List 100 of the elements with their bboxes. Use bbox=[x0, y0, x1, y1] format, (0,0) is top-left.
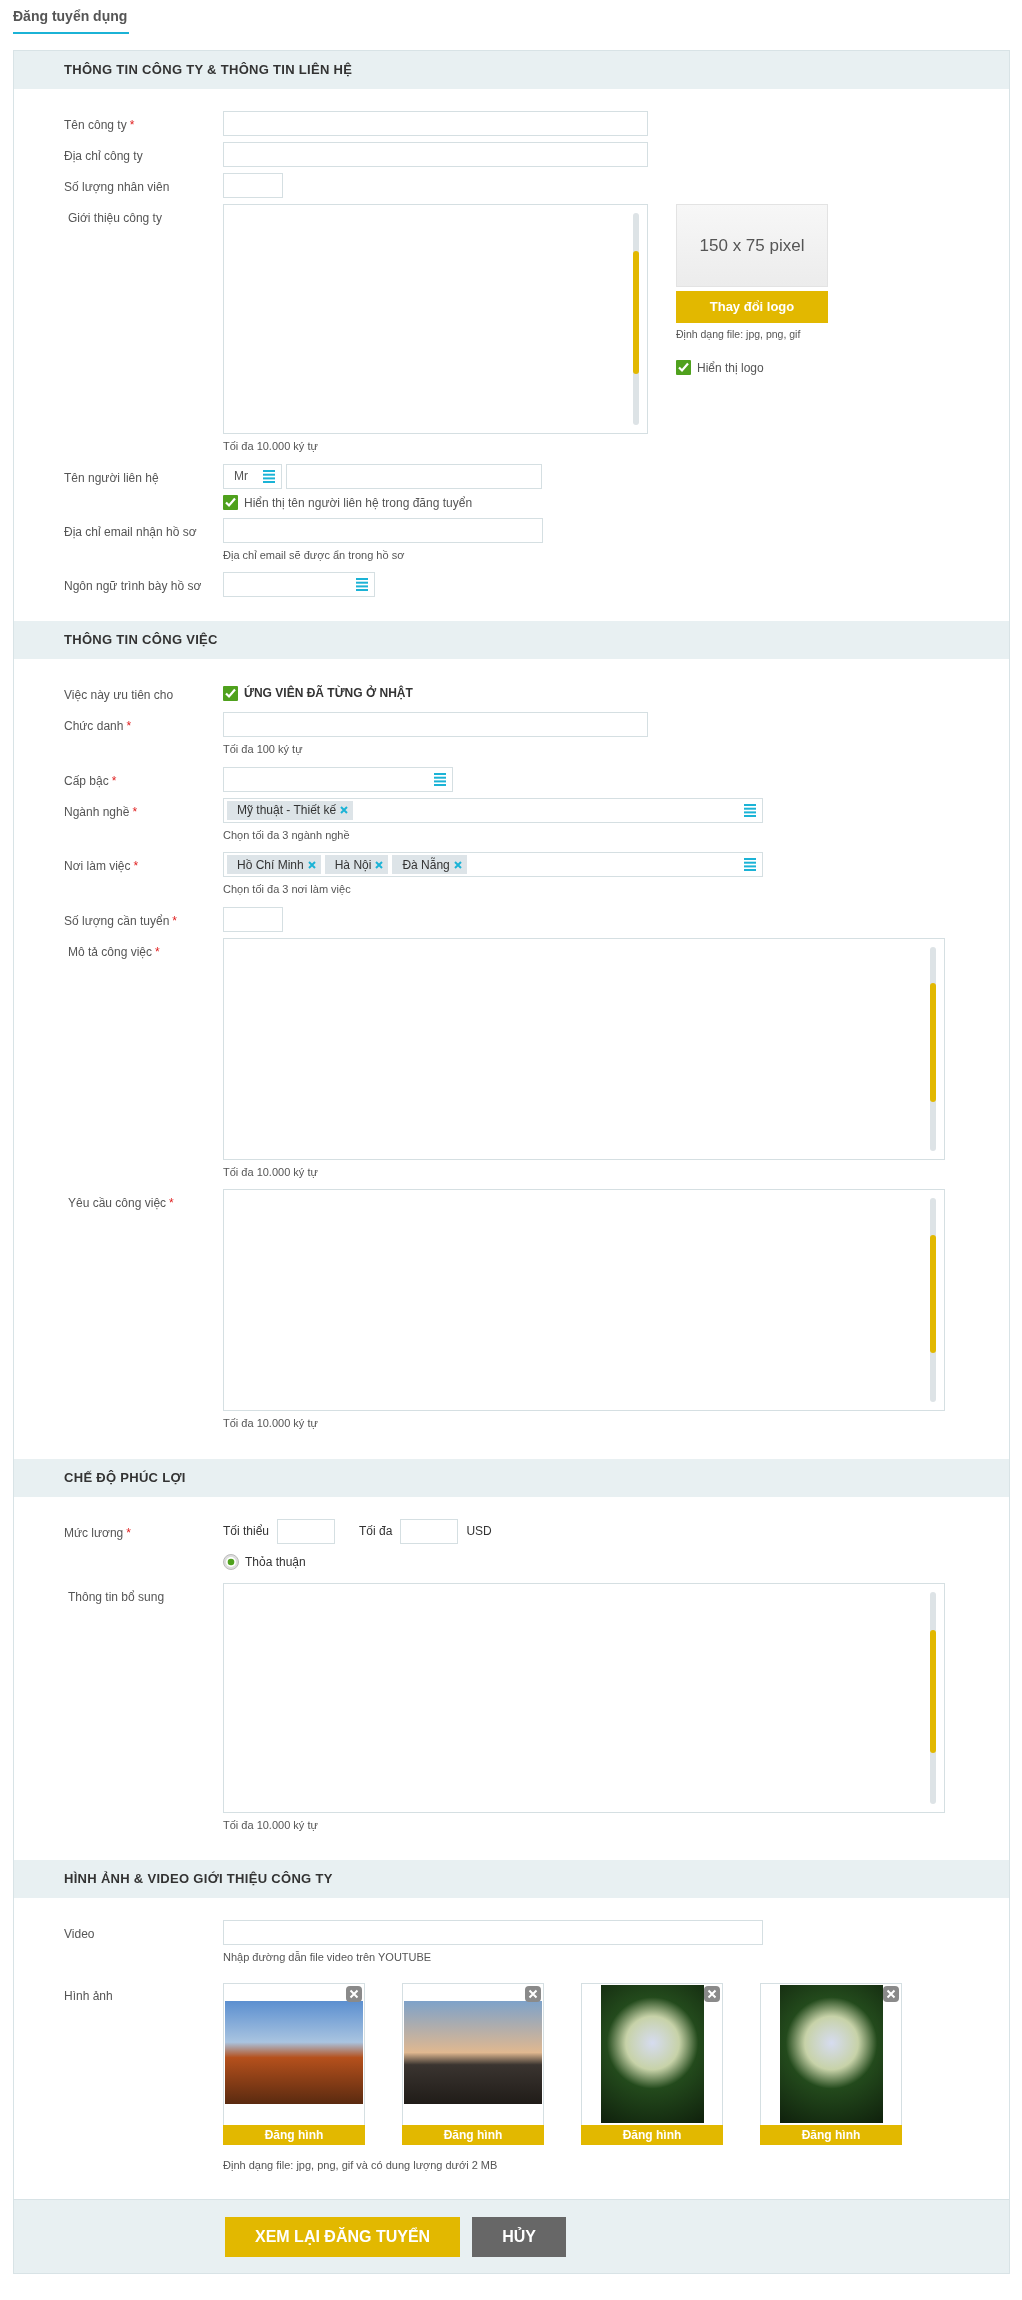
input-field[interactable] bbox=[286, 463, 542, 489]
section-header: THÔNG TIN CÔNG TY & THÔNG TIN LIÊN HỆ bbox=[14, 51, 1009, 89]
scrollbar[interactable] bbox=[930, 946, 936, 1151]
salary-max-field[interactable] bbox=[400, 1518, 459, 1544]
field-label: Chức danh bbox=[64, 719, 124, 733]
field-label: Mức lương bbox=[64, 1525, 124, 1540]
section-header: THÔNG TIN CÔNG VIỆC bbox=[14, 621, 1009, 659]
input-field[interactable] bbox=[223, 1920, 763, 1945]
field-label: Cấp bậc bbox=[64, 773, 109, 788]
tag-label: Hồ Chí Minh bbox=[237, 856, 304, 874]
field-label: Số lượng cần tuyển bbox=[64, 913, 170, 928]
title-select[interactable]: Mr bbox=[223, 463, 282, 489]
input-field[interactable] bbox=[223, 906, 283, 932]
list-icon[interactable] bbox=[744, 803, 756, 817]
checkbox-label: ỨNG VIÊN ĐÃ TỪNG Ở NHẬT bbox=[244, 684, 413, 702]
textarea-field[interactable] bbox=[223, 1582, 945, 1813]
field-label: Giới thiệu công ty bbox=[68, 211, 162, 225]
hint-text: Tối đa 100 ký tự bbox=[223, 742, 304, 757]
radio-label: Thỏa thuận bbox=[245, 1553, 306, 1571]
input-field[interactable] bbox=[223, 712, 648, 737]
remove-icon[interactable] bbox=[883, 1985, 899, 2002]
checkbox[interactable] bbox=[676, 360, 691, 376]
min-label: Tối thiểu bbox=[223, 1523, 270, 1540]
remove-icon[interactable] bbox=[453, 860, 462, 869]
hint-text: Định dạng file: jpg, png, gif và có dung lượng dưới 2 MB bbox=[223, 2157, 499, 2173]
checkbox-label: Hiển thị tên người liên hệ trong đăng tuyển bbox=[244, 494, 473, 512]
list-icon[interactable] bbox=[434, 772, 446, 786]
hint-text: Tối đa 10.000 ký tự bbox=[223, 1817, 319, 1833]
field-label: Địa chỉ email nhận hồ sơ bbox=[64, 524, 197, 539]
hint-text: Tối đa 10.000 ký tự bbox=[223, 1164, 319, 1180]
hint-text: Chọn tối đa 3 ngành nghề bbox=[223, 827, 351, 843]
field-label: Ngôn ngữ trình bày hồ sơ bbox=[64, 579, 202, 593]
multi-select-field[interactable]: Mỹ thuật - Thiết kế bbox=[223, 797, 763, 823]
format-text: Định dạng file: jpg, png, gif bbox=[676, 327, 802, 342]
scrollbar[interactable] bbox=[930, 1198, 936, 1402]
remove-icon[interactable] bbox=[375, 860, 384, 869]
required-mark: * bbox=[169, 1196, 174, 1210]
input-field[interactable] bbox=[223, 142, 648, 167]
remove-icon[interactable] bbox=[340, 806, 349, 814]
select-field[interactable] bbox=[223, 572, 375, 597]
field-label: Nơi làm việc bbox=[64, 859, 131, 873]
tag[interactable]: Hồ Chí Minh bbox=[227, 855, 321, 874]
field-label: Tên người liên hệ bbox=[64, 470, 159, 485]
required-mark: * bbox=[126, 719, 132, 733]
remove-icon[interactable] bbox=[525, 1985, 541, 2002]
checkbox[interactable] bbox=[223, 495, 238, 510]
field-label: Hình ảnh bbox=[64, 1988, 113, 2003]
remove-icon[interactable] bbox=[307, 860, 316, 869]
list-icon[interactable] bbox=[356, 578, 368, 591]
tag[interactable]: Hà Nội bbox=[324, 855, 389, 874]
scrollbar[interactable] bbox=[633, 213, 639, 425]
field-label: Yêu cầu công việc bbox=[68, 1196, 167, 1210]
tag[interactable]: Mỹ thuật - Thiết kế bbox=[227, 800, 354, 820]
radio-button[interactable] bbox=[223, 1553, 239, 1570]
hint-text: Tối đa 10.000 ký tự bbox=[223, 439, 319, 454]
hint-text: Địa chỉ email sẽ được ẩn trong hồ sơ bbox=[223, 547, 406, 563]
field-label: Thông tin bổ sung bbox=[68, 1589, 165, 1604]
tag-label: Hà Nội bbox=[334, 856, 372, 874]
section-header: CHẾ ĐỘ PHÚC LỢI bbox=[14, 1458, 1009, 1497]
tag[interactable]: Đà Nẵng bbox=[392, 855, 467, 874]
page-title: Đăng tuyển dụng bbox=[13, 4, 130, 34]
select-value: Mr bbox=[234, 468, 248, 485]
remove-icon[interactable] bbox=[346, 1985, 362, 2002]
field-label: Ngành nghề bbox=[64, 804, 130, 819]
input-field[interactable] bbox=[223, 517, 543, 543]
remove-icon[interactable] bbox=[704, 1985, 720, 2002]
cancel-button[interactable]: HỦY bbox=[472, 2217, 566, 2257]
section-header: HÌNH ẢNH & VIDEO GIỚI THIỆU CÔNG TY bbox=[14, 1860, 1009, 1898]
tag-label: Mỹ thuật - Thiết kế bbox=[237, 802, 337, 819]
hint-text: Nhập đường dẫn file video trên YOUTUBE bbox=[223, 1950, 433, 1965]
checkbox[interactable] bbox=[223, 685, 238, 701]
max-label: Tối đa bbox=[359, 1523, 393, 1540]
required-mark: * bbox=[132, 804, 138, 819]
field-label: Việc này ưu tiên cho bbox=[64, 688, 174, 702]
required-mark: * bbox=[172, 913, 177, 928]
required-mark: * bbox=[111, 773, 117, 788]
scrollbar[interactable] bbox=[930, 1591, 936, 1804]
list-icon[interactable] bbox=[263, 469, 275, 483]
required-mark: * bbox=[133, 859, 139, 873]
required-mark: * bbox=[129, 118, 135, 132]
select-field[interactable] bbox=[223, 766, 453, 792]
input-field[interactable] bbox=[223, 111, 648, 136]
field-label: Video bbox=[64, 1927, 95, 1941]
checkbox-label: Hiển thị logo bbox=[697, 359, 764, 377]
salary-min-field[interactable] bbox=[277, 1518, 336, 1544]
field-label: Mô tả công việc bbox=[68, 944, 153, 959]
field-label: Số lượng nhân viên bbox=[64, 180, 170, 194]
hint-text: Chọn tối đa 3 nơi làm việc bbox=[223, 882, 352, 897]
required-mark: * bbox=[155, 944, 160, 959]
currency-label: USD bbox=[466, 1523, 492, 1540]
field-label: Địa chỉ công ty bbox=[64, 149, 143, 163]
textarea-field[interactable] bbox=[223, 937, 945, 1160]
list-icon[interactable] bbox=[744, 858, 756, 871]
tag-label: Đà Nẵng bbox=[402, 856, 450, 874]
textarea-field[interactable] bbox=[223, 1189, 945, 1411]
input-field[interactable] bbox=[223, 173, 283, 198]
textarea-field[interactable] bbox=[223, 204, 648, 434]
required-mark: * bbox=[126, 1525, 131, 1540]
logo-upload-field[interactable]: 150 x 75 pixel bbox=[676, 204, 828, 287]
multi-select-field[interactable]: Hồ Chí Minh Hà Nội Đà Nẵng bbox=[223, 852, 763, 877]
